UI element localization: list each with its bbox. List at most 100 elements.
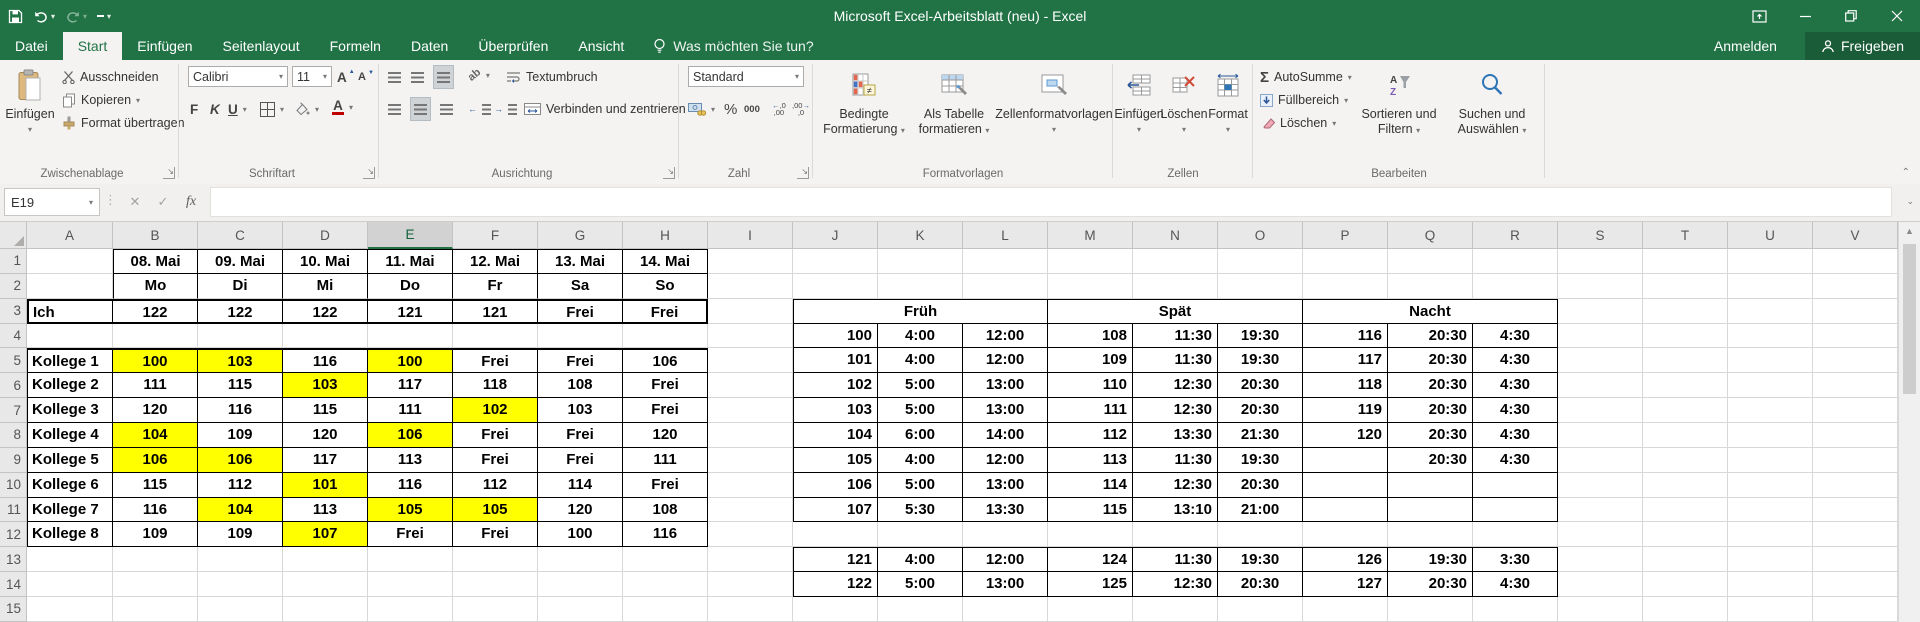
column-header-U[interactable]: U [1728, 222, 1813, 249]
cell-U11[interactable] [1728, 497, 1813, 523]
cell-H9[interactable]: 111 [623, 447, 708, 473]
cell-G5[interactable]: Frei [538, 348, 623, 374]
row-header-2[interactable]: 2 [0, 273, 27, 299]
column-header-A[interactable]: A [27, 222, 113, 249]
cell-G11[interactable]: 120 [538, 497, 623, 523]
cut-button[interactable]: Ausschneiden [62, 66, 159, 88]
cell-E6[interactable]: 117 [368, 373, 453, 399]
cell-R15[interactable] [1473, 597, 1558, 622]
tab-daten[interactable]: Daten [396, 32, 463, 60]
cell-L7[interactable]: 13:00 [963, 398, 1048, 424]
cell-D9[interactable]: 117 [283, 447, 368, 473]
cell-J15[interactable] [793, 597, 878, 622]
cell-M11[interactable]: 115 [1048, 497, 1133, 523]
cell-D12[interactable]: 107 [283, 522, 368, 548]
cell-C7[interactable]: 116 [198, 398, 283, 424]
cell-D7[interactable]: 115 [283, 398, 368, 424]
cell-M2[interactable] [1048, 273, 1133, 299]
cell-M6[interactable]: 110 [1048, 373, 1133, 399]
cell-I5[interactable] [708, 348, 793, 374]
cell-R7[interactable]: 4:30 [1473, 398, 1558, 424]
redo-caret-icon[interactable]: ▾ [83, 12, 87, 21]
cell-I4[interactable] [708, 323, 793, 349]
column-header-P[interactable]: P [1303, 222, 1388, 249]
cell-B1[interactable]: 08. Mai [113, 249, 198, 274]
undo-caret-icon[interactable]: ▾ [51, 12, 55, 21]
cell-H12[interactable]: 116 [623, 522, 708, 548]
align-middle-button[interactable] [411, 66, 424, 88]
cell-C1[interactable]: 09. Mai [198, 249, 283, 274]
cell-O12[interactable] [1218, 522, 1303, 548]
column-header-K[interactable]: K [878, 222, 963, 249]
cell-N9[interactable]: 11:30 [1133, 447, 1218, 473]
cell-E13[interactable] [368, 547, 453, 573]
sort-filter-button[interactable]: AZ Sortieren und Filtern ▾ [1354, 62, 1444, 166]
cell-U3[interactable] [1728, 298, 1813, 324]
cell-O11[interactable]: 21:00 [1218, 497, 1303, 523]
minimize-button[interactable] [1782, 0, 1828, 32]
cell-R5[interactable]: 4:30 [1473, 348, 1558, 374]
cell-V2[interactable] [1813, 273, 1898, 299]
format-as-table-button[interactable]: Als Tabelle formatieren ▾ [912, 62, 996, 166]
cell-G9[interactable]: Frei [538, 447, 623, 473]
cell-J5[interactable]: 101 [793, 348, 878, 374]
cell-L6[interactable]: 13:00 [963, 373, 1048, 399]
number-dialog-launcher-icon[interactable]: ↘ [797, 167, 809, 179]
cell-F9[interactable]: Frei [453, 447, 538, 473]
cell-S3[interactable] [1558, 298, 1643, 324]
restore-button[interactable] [1828, 0, 1874, 32]
cell-I1[interactable] [708, 249, 793, 274]
cell-P2[interactable] [1303, 273, 1388, 299]
cell-T13[interactable] [1643, 547, 1728, 573]
cell-N4[interactable]: 11:30 [1133, 323, 1218, 349]
clear-button[interactable]: Löschen ▾ [1260, 112, 1336, 134]
cell-D15[interactable] [283, 597, 368, 622]
cell-R14[interactable]: 4:30 [1473, 572, 1558, 598]
increase-decimal-button[interactable]: ←,0,00 [772, 98, 786, 120]
cell-G10[interactable]: 114 [538, 472, 623, 498]
cell-C3[interactable]: 122 [198, 298, 283, 324]
row-header-1[interactable]: 1 [0, 249, 27, 274]
cell-J7[interactable]: 103 [793, 398, 878, 424]
cell-H7[interactable]: Frei [623, 398, 708, 424]
cell-I8[interactable] [708, 423, 793, 448]
column-header-S[interactable]: S [1558, 222, 1643, 249]
font-dialog-launcher-icon[interactable]: ↘ [363, 167, 375, 179]
cell-Q2[interactable] [1388, 273, 1473, 299]
ribbon-display-options-button[interactable] [1736, 0, 1782, 32]
cell-T7[interactable] [1643, 398, 1728, 424]
cell-N11[interactable]: 13:10 [1133, 497, 1218, 523]
tab-ueberpruefen[interactable]: Überprüfen [463, 32, 563, 60]
cell-Q13[interactable]: 19:30 [1388, 547, 1473, 573]
percent-style-button[interactable]: % [724, 98, 737, 120]
cell-N10[interactable]: 12:30 [1133, 472, 1218, 498]
column-header-R[interactable]: R [1473, 222, 1558, 249]
cell-I11[interactable] [708, 497, 793, 523]
cell-B2[interactable]: Mo [113, 273, 198, 299]
cell-S5[interactable] [1558, 348, 1643, 374]
cell-F1[interactable]: 12. Mai [453, 249, 538, 274]
font-color-button[interactable]: A ▾ [332, 96, 353, 118]
cell-Q15[interactable] [1388, 597, 1473, 622]
cell-O1[interactable] [1218, 249, 1303, 274]
cell-H5[interactable]: 106 [623, 348, 708, 374]
cell-V14[interactable] [1813, 572, 1898, 598]
cell-U13[interactable] [1728, 547, 1813, 573]
cell-O6[interactable]: 20:30 [1218, 373, 1303, 399]
cell-D14[interactable] [283, 572, 368, 598]
cell-O2[interactable] [1218, 273, 1303, 299]
cell-Q8[interactable]: 20:30 [1388, 423, 1473, 448]
cell-K8[interactable]: 6:00 [878, 423, 963, 448]
cell-D13[interactable] [283, 547, 368, 573]
cell-T5[interactable] [1643, 348, 1728, 374]
cell-F6[interactable]: 118 [453, 373, 538, 399]
cell-P12[interactable] [1303, 522, 1388, 548]
cell-O5[interactable]: 19:30 [1218, 348, 1303, 374]
cell-G8[interactable]: Frei [538, 423, 623, 448]
enter-formula-icon[interactable]: ✓ [150, 188, 176, 216]
cell-K1[interactable] [878, 249, 963, 274]
select-all-corner[interactable] [0, 222, 27, 249]
cell-U7[interactable] [1728, 398, 1813, 424]
cell-Q4[interactable]: 20:30 [1388, 323, 1473, 349]
cell-S9[interactable] [1558, 447, 1643, 473]
